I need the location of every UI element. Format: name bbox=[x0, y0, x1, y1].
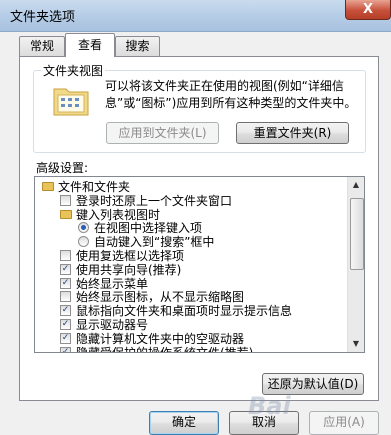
list-item-label: 登录时还原上一个文件夹窗口 bbox=[76, 193, 233, 208]
checkbox[interactable] bbox=[60, 250, 71, 261]
scroll-down-icon[interactable]: ▼ bbox=[348, 336, 364, 352]
folder-icon bbox=[60, 209, 72, 219]
checkbox[interactable]: ✓ bbox=[60, 263, 71, 275]
apply-button[interactable]: 应用(A) bbox=[309, 411, 379, 435]
scrollbar-thumb[interactable] bbox=[350, 198, 364, 270]
checkbox[interactable]: ✓ bbox=[60, 319, 71, 330]
ok-button[interactable]: 确定 bbox=[149, 411, 219, 435]
radio-button[interactable] bbox=[78, 236, 89, 248]
advanced-settings-label: 高级设置: bbox=[36, 161, 89, 175]
checkbox[interactable] bbox=[60, 291, 71, 303]
scrollbar[interactable]: ▲ ▼ bbox=[347, 177, 364, 352]
watermark-logo: Bai bbox=[248, 392, 291, 420]
list-item-label: 自动键入到“搜索”框中 bbox=[94, 235, 215, 250]
list-item-label: 文件和文件夹 bbox=[58, 180, 131, 194]
tab-general[interactable]: 常规 bbox=[19, 36, 65, 56]
list-item-label: 在视图中选择键入项 bbox=[94, 221, 203, 236]
tab-search[interactable]: 搜索 bbox=[115, 36, 160, 56]
folder-view-icon bbox=[52, 81, 90, 117]
list-item-label: 鼠标指向文件夹和桌面项时显示提示信息 bbox=[76, 304, 293, 319]
list-item-label: 隐藏计算机文件夹中的空驱动器 bbox=[76, 331, 245, 346]
checkbox[interactable] bbox=[60, 194, 71, 206]
close-button[interactable]: X bbox=[345, 0, 391, 20]
reset-folders-button[interactable]: 重置文件夹(R) bbox=[236, 122, 349, 144]
folder-views-legend: 文件夹视图 bbox=[41, 62, 106, 79]
checkbox[interactable]: ✓ bbox=[60, 346, 71, 352]
tab-view[interactable]: 查看 bbox=[65, 33, 115, 57]
list-item-label: 使用复选框以选择项 bbox=[76, 249, 185, 263]
radio-button[interactable] bbox=[78, 222, 89, 234]
folder-icon bbox=[42, 182, 54, 191]
folder-views-description: 可以将该文件夹正在使用的视图(例如“详细信息”或“图标”)应用到所有这种类型的文… bbox=[105, 79, 357, 110]
scroll-up-icon[interactable]: ▲ bbox=[348, 177, 364, 193]
list-item-label: 键入列表视图时 bbox=[76, 207, 161, 222]
list-item-label: 始终显示菜单 bbox=[76, 276, 149, 291]
checkbox[interactable]: ✓ bbox=[60, 332, 71, 344]
checkbox[interactable]: ✓ bbox=[60, 305, 71, 317]
list-item-label: 隐藏受保护的操作系统文件(推荐) bbox=[76, 345, 254, 353]
list-item-label: 使用共享向导(推荐) bbox=[76, 262, 182, 277]
list-item-label: 显示驱动器号 bbox=[76, 318, 149, 332]
checkbox[interactable]: ✓ bbox=[60, 277, 71, 289]
window-title: 文件夹选项 bbox=[10, 10, 76, 25]
advanced-settings-list[interactable]: 文件和文件夹 登录时还原上一个文件夹窗口 键入列表视图时 在视图中选择键入项 自动键入到… bbox=[34, 176, 365, 353]
list-item-label: 始终显示图标，从不显示缩略图 bbox=[76, 290, 245, 305]
apply-to-folders-button[interactable]: 应用到文件夹(L) bbox=[106, 122, 219, 144]
